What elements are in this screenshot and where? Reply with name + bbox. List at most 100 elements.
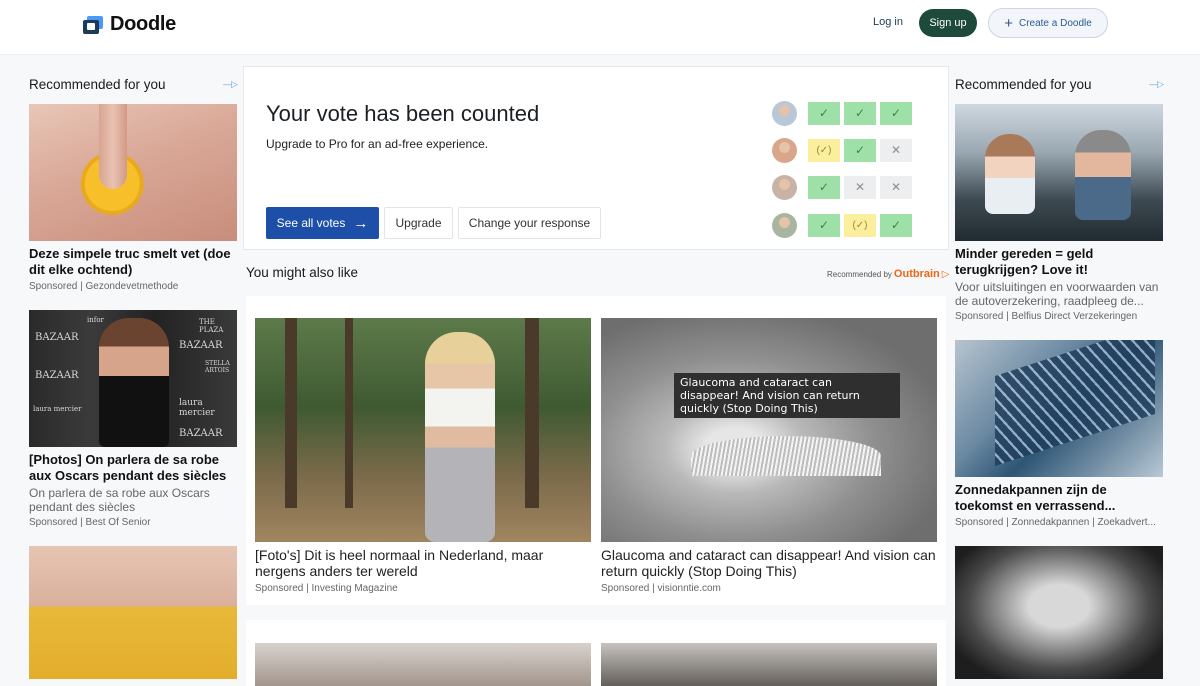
vote-cell-no: ✕ <box>880 138 912 162</box>
eyelash-shape <box>691 436 881 476</box>
celebrity-figure <box>99 318 169 447</box>
left-ad-1[interactable]: Deze simpele truc smelt vet (doe dit elk… <box>29 104 237 292</box>
vote-cell-no: ✕ <box>880 175 912 199</box>
ad-image-egg-yolk[interactable] <box>29 104 237 241</box>
right-ad-2[interactable]: Zonnedakpannen zijn de toekomst en verra… <box>955 340 1163 528</box>
ad-sponsor: Sponsored | Zonnedakpannen | Zoekadvert.… <box>955 517 1156 528</box>
bazaar-text: BAZAAR <box>179 340 223 351</box>
you-might-also-like-heading: You might also like <box>246 265 359 280</box>
outbrain-panel-second <box>246 620 946 686</box>
card-image-forest[interactable] <box>255 318 591 542</box>
vote-cell-yes: ✓ <box>844 138 876 162</box>
vote-cell-yes: ✓ <box>844 101 876 125</box>
vote-cell-no: ✕ <box>844 175 876 199</box>
ad-sponsor: Sponsored | Belfius Direct Verzekeringen <box>955 311 1138 322</box>
see-all-votes-button[interactable]: See all votes → <box>266 207 379 239</box>
sponsor-text: infor <box>87 316 104 324</box>
card-image-bottom-right[interactable] <box>601 643 937 686</box>
sponsor-text: laura mercier <box>33 405 82 413</box>
left-ad-column: Recommended for you —▷ Deze simpele truc… <box>29 64 238 686</box>
bazaar-text: BAZAAR <box>35 332 79 343</box>
adchoices-icon[interactable]: —▷ <box>1149 79 1164 90</box>
card-image-bottom-left[interactable] <box>255 643 591 686</box>
hiker-figure <box>425 332 495 542</box>
ad-description: On parlera de sa robe aux Oscars pendant… <box>29 486 210 514</box>
tree-trunk <box>345 318 353 508</box>
vote-confirmation-card: Your vote has been counted Upgrade to Pr… <box>243 66 949 250</box>
left-recommended-header: Recommended for you —▷ <box>29 64 238 104</box>
left-ad-3[interactable] <box>29 546 237 679</box>
right-ad-column: Recommended for you —▷ Minder gereden = … <box>955 64 1164 686</box>
vote-subtitle: Upgrade to Pro for an ad-free experience… <box>266 137 489 151</box>
outbrain-logo-icon: ▷ <box>941 268 950 280</box>
vote-row: ✓ ✕ ✕ <box>772 174 916 200</box>
change-response-button[interactable]: Change your response <box>458 207 601 239</box>
vote-row: ✓ (✓) ✓ <box>772 212 916 238</box>
outbrain-brand: Outbrain <box>893 268 940 280</box>
card-title[interactable]: [Foto's] Dit is heel normaal in Nederlan… <box>255 547 591 579</box>
bazaar-text: BAZAAR <box>179 428 223 439</box>
tree-trunk <box>285 318 297 508</box>
doodle-logo[interactable]: Doodle <box>83 13 176 36</box>
ad-title[interactable]: Deze simpele truc smelt vet (doe dit elk… <box>29 246 237 278</box>
participant-avatar <box>772 137 797 163</box>
ad-title[interactable]: [Photos] On parlera de sa robe aux Oscar… <box>29 452 237 484</box>
see-all-votes-label: See all votes <box>276 216 346 230</box>
vote-cell-yes: ✓ <box>808 213 840 237</box>
ad-title[interactable]: Minder gereden = geld terugkrijgen? Love… <box>955 246 1163 278</box>
card-title[interactable]: Glaucoma and cataract can disappear! And… <box>601 547 937 579</box>
outbrain-card-1[interactable]: [Foto's] Dit is heel normaal in Nederlan… <box>255 318 591 594</box>
ad-description: Voor uitsluitingen en voorwaarden van de… <box>955 280 1159 308</box>
top-header: Doodle Log in Sign up + Create a Doodle <box>0 0 1200 55</box>
adchoices-icon[interactable]: —▷ <box>223 79 238 90</box>
left-recommended-title: Recommended for you <box>29 76 166 92</box>
participant-avatar <box>772 174 797 200</box>
ad-image-portrait[interactable] <box>955 546 1163 679</box>
upgrade-button[interactable]: Upgrade <box>384 207 453 239</box>
vote-title: Your vote has been counted <box>266 101 540 126</box>
ad-image-red-carpet[interactable]: BAZAAR BAZAAR BAZAAR laura mercier laura… <box>29 310 237 447</box>
ad-sponsor: Sponsored | Best Of Senior <box>29 517 151 528</box>
participant-avatar <box>772 100 797 126</box>
card-sponsor: Sponsored | Investing Magazine <box>255 583 398 594</box>
signup-button[interactable]: Sign up <box>919 9 977 37</box>
right-recommended-title: Recommended for you <box>955 76 1092 92</box>
arrow-right-icon: → <box>353 214 369 232</box>
ad-image-solar-tiles[interactable] <box>955 340 1163 477</box>
vote-cell-maybe: (✓) <box>844 213 876 237</box>
plus-icon: + <box>1004 14 1013 32</box>
right-ad-3[interactable] <box>955 546 1163 679</box>
vote-cell-maybe: (✓) <box>808 138 840 162</box>
ad-sponsor: Sponsored | Gezondevetmethode <box>29 281 179 292</box>
right-recommended-header: Recommended for you —▷ <box>955 64 1164 104</box>
ad-image-car-couple[interactable] <box>955 104 1163 241</box>
driver-figure <box>1075 130 1131 220</box>
vote-row: ✓ ✓ ✓ <box>772 100 916 126</box>
recommended-by-label: Recommended by <box>827 269 892 279</box>
vote-row: (✓) ✓ ✕ <box>772 137 916 163</box>
outbrain-panel: [Foto's] Dit is heel normaal in Nederlan… <box>246 296 946 605</box>
tree-trunk <box>525 318 539 508</box>
login-link[interactable]: Log in <box>873 16 903 28</box>
logo-text: Doodle <box>110 13 176 35</box>
participant-avatar <box>772 212 797 238</box>
vote-cell-yes: ✓ <box>808 175 840 199</box>
vote-cell-yes: ✓ <box>880 101 912 125</box>
title-tooltip: Glaucoma and cataract can disappear! And… <box>674 373 900 418</box>
doodle-logo-icon <box>83 15 103 34</box>
recommended-by-outbrain[interactable]: Recommended by Outbrain ▷ <box>827 268 949 280</box>
create-doodle-button[interactable]: + Create a Doodle <box>988 8 1108 38</box>
left-ad-2[interactable]: BAZAAR BAZAAR BAZAAR laura mercier laura… <box>29 310 237 528</box>
sponsor-text: STELLA ARTOIS <box>205 360 230 374</box>
right-ad-1[interactable]: Minder gereden = geld terugkrijgen? Love… <box>955 104 1163 322</box>
sponsor-text: THE PLAZA <box>199 318 224 334</box>
bazaar-text: BAZAAR <box>35 370 79 381</box>
ad-image-belly[interactable] <box>29 546 237 679</box>
vote-cell-yes: ✓ <box>880 213 912 237</box>
outbrain-card-2[interactable]: Glaucoma and cataract can disappear! And… <box>601 318 937 594</box>
card-image-eye[interactable]: Glaucoma and cataract can disappear! And… <box>601 318 937 542</box>
create-doodle-label: Create a Doodle <box>1018 17 1092 29</box>
sponsor-text: laura mercier <box>179 398 215 418</box>
ad-title[interactable]: Zonnedakpannen zijn de toekomst en verra… <box>955 482 1163 514</box>
vote-cell-yes: ✓ <box>808 101 840 125</box>
